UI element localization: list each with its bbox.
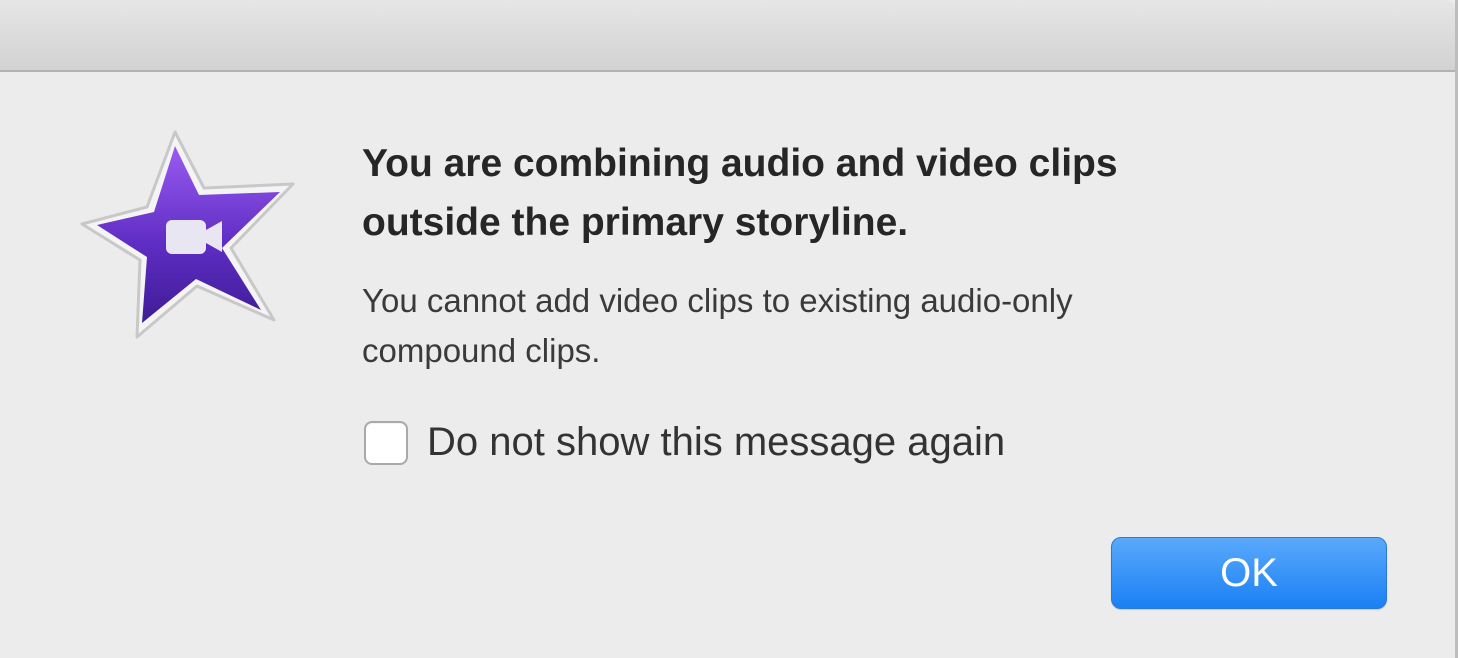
ok-button[interactable]: OK: [1111, 537, 1387, 609]
suppress-alert-label[interactable]: Do not show this message again: [427, 420, 1005, 465]
alert-headline: You are combining audio and video clips …: [362, 142, 1118, 244]
alert-dialog: You are combining audio and video clips …: [0, 0, 1458, 658]
imovie-star-icon: [80, 130, 295, 339]
title-bar[interactable]: [0, 0, 1455, 72]
suppress-alert-checkbox[interactable]: [364, 420, 408, 465]
alert-message: You cannot add video clips to existing a…: [362, 282, 1073, 369]
suppress-alert-option[interactable]: Do not show this message again: [364, 420, 1005, 465]
